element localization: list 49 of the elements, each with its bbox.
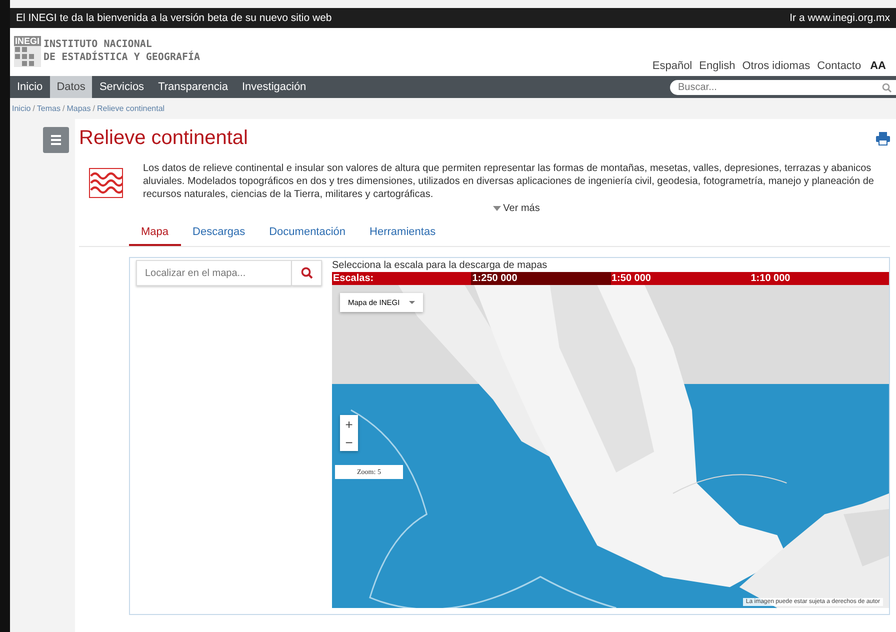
breadcrumb-link[interactable]: Mapas bbox=[66, 104, 91, 113]
nav-item[interactable]: Datos bbox=[50, 76, 92, 98]
scale-option[interactable]: 1:50 000 bbox=[610, 272, 750, 285]
welcome-text: El INEGI te da la bienvenida a la versión beta de su nuevo sitio web bbox=[16, 12, 332, 24]
breadcrumb-separator: / bbox=[92, 104, 95, 113]
page-title: Relieve continental bbox=[79, 127, 248, 150]
scale-label: Escalas: bbox=[332, 272, 375, 285]
breadcrumb-link[interactable]: Inicio bbox=[12, 104, 31, 113]
tab[interactable]: Mapa bbox=[129, 220, 181, 246]
nav-item[interactable]: Investigación bbox=[234, 76, 314, 98]
header-link[interactable]: Español bbox=[652, 60, 692, 72]
header-link[interactable]: Otros idiomas bbox=[742, 60, 810, 72]
grid-icon bbox=[14, 46, 35, 66]
tab[interactable]: Descargas bbox=[180, 220, 258, 246]
header-link[interactable]: English bbox=[699, 60, 736, 72]
printer-icon bbox=[876, 132, 890, 146]
site-link[interactable]: Ir a www.inegi.org.mx bbox=[790, 12, 890, 24]
breadcrumb-separator: / bbox=[32, 104, 35, 113]
font-size-button[interactable]: AA bbox=[868, 60, 892, 72]
caret-icon bbox=[408, 301, 415, 304]
breadcrumb-separator: / bbox=[62, 104, 65, 113]
relief-waves-icon bbox=[89, 168, 123, 198]
header-link[interactable]: Contacto bbox=[817, 60, 862, 72]
scale-option[interactable]: 1:250 000 bbox=[471, 272, 610, 285]
description-text: Los datos de relieve continental e insular son valores de altura que permiten representar las formas de montañas, mesetas, valles, depresiones, terrazas y abanicos aluviales. Modelados topográficos en dos y tres dimensiones, utilizados en diversas aplicaciones de ingeniería civil, geodesia, fotogrametría, manejo y planeación de recursos naturales, ciencias de la Tierra, militares y cartográficas. bbox=[143, 162, 875, 201]
see-more-link[interactable]: Ver más bbox=[493, 203, 540, 214]
search-button[interactable] bbox=[292, 260, 322, 286]
breadcrumb-link[interactable]: Temas bbox=[36, 104, 60, 113]
scale-option[interactable]: 1:10 000 bbox=[750, 272, 889, 285]
search-field[interactable]: Buscar... bbox=[670, 80, 896, 94]
nav-item[interactable]: Transparencia bbox=[151, 76, 235, 98]
locate-field[interactable]: Localizar en el mapa... bbox=[136, 260, 292, 286]
breadcrumb-link[interactable]: Relieve continental bbox=[96, 104, 165, 113]
zoom-in-button[interactable]: + bbox=[340, 415, 358, 433]
zoom-out-button[interactable]: − bbox=[340, 433, 358, 451]
menu-icon bbox=[51, 135, 61, 145]
caret-icon bbox=[493, 206, 502, 211]
logo-text: INEGI bbox=[14, 36, 41, 46]
nav-item[interactable]: Inicio bbox=[10, 76, 50, 98]
institute-name: INSTITUTO NACIONAL bbox=[44, 38, 153, 50]
scale-hint: Selecciona la escala para la descarga de mapas bbox=[332, 260, 548, 272]
search-icon bbox=[300, 267, 312, 279]
menu-button[interactable] bbox=[43, 127, 69, 153]
institute-name: DE ESTADÍSTICA Y GEOGRAFÍA bbox=[44, 51, 200, 64]
tab[interactable]: Documentación bbox=[257, 220, 358, 246]
print-button[interactable] bbox=[876, 132, 890, 146]
search-icon bbox=[882, 82, 892, 92]
nav-item[interactable]: Servicios bbox=[92, 76, 152, 98]
tab[interactable]: Herramientas bbox=[358, 220, 448, 246]
